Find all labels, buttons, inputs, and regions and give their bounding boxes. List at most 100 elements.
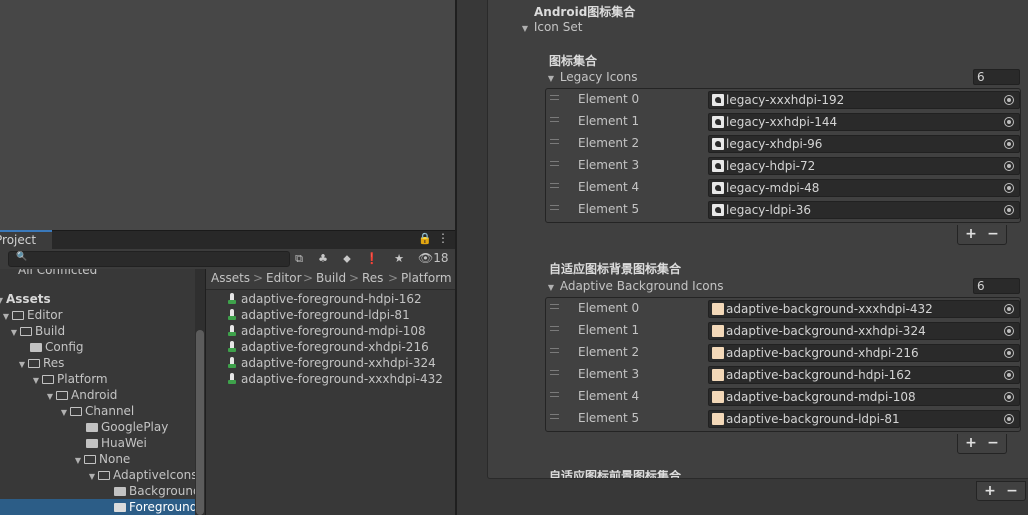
collapse-arrow-icon[interactable]: ▼	[546, 283, 556, 292]
drag-handle-icon[interactable]	[550, 326, 559, 331]
tree-item-platform[interactable]: ▼ Platform	[0, 371, 195, 387]
pane-divider[interactable]	[205, 269, 206, 515]
list-element-row[interactable]: Element 3 legacy-hdpi-72	[546, 155, 1020, 177]
object-picker-icon[interactable]	[1004, 95, 1014, 105]
object-picker-icon[interactable]	[1004, 370, 1014, 380]
object-picker-icon[interactable]	[1004, 183, 1014, 193]
add-element-button[interactable]: +	[979, 482, 1001, 500]
drag-handle-icon[interactable]	[550, 414, 559, 419]
list-element-row[interactable]: Element 5 adaptive-background-ldpi-81	[546, 408, 1020, 430]
tree-item-res[interactable]: ▼ Res	[0, 355, 195, 371]
collapse-arrow-icon[interactable]: ▼	[546, 74, 556, 83]
object-picker-icon[interactable]	[1004, 161, 1014, 171]
window-divider[interactable]	[455, 0, 457, 515]
tree-item-android[interactable]: ▼ Android	[0, 387, 195, 403]
object-picker-icon[interactable]	[1004, 139, 1014, 149]
object-picker-icon[interactable]	[1004, 326, 1014, 336]
object-picker-icon[interactable]	[1004, 304, 1014, 314]
object-field[interactable]: legacy-xxxhdpi-192	[708, 91, 1020, 109]
tab-project[interactable]: Project	[0, 230, 52, 249]
list-element-row[interactable]: Element 1 legacy-xxhdpi-144	[546, 111, 1020, 133]
list-element-row[interactable]: Element 0 adaptive-background-xxxhdpi-432	[546, 298, 1020, 320]
tree-item-all-conflicted[interactable]: All Conflicted	[0, 269, 195, 278]
object-field[interactable]: adaptive-background-xxxhdpi-432	[708, 300, 1020, 318]
drag-handle-icon[interactable]	[550, 392, 559, 397]
remove-element-button[interactable]: −	[982, 434, 1004, 452]
breadcrumb-editor[interactable]: Editor	[266, 271, 302, 285]
drag-handle-icon[interactable]	[550, 95, 559, 100]
breadcrumb-res[interactable]: Res	[362, 271, 383, 285]
tree-item-assets[interactable]: ▼Assets	[0, 291, 195, 307]
filter-by-type-icon[interactable]: ♣	[314, 250, 332, 267]
tree-item-channel[interactable]: ▼ Channel	[0, 403, 195, 419]
list-item[interactable]: adaptive-foreground-hdpi-162	[228, 291, 422, 307]
tree-item-huawei[interactable]: HuaWei	[0, 435, 195, 451]
object-field[interactable]: legacy-xxhdpi-144	[708, 113, 1020, 131]
icon-set-foldout[interactable]: ▼ Icon Set	[520, 20, 583, 34]
search-input[interactable]	[8, 251, 290, 267]
drag-handle-icon[interactable]	[550, 370, 559, 375]
adaptive-bg-size-field[interactable]: 6	[973, 278, 1020, 294]
object-field[interactable]: adaptive-background-ldpi-81	[708, 410, 1020, 428]
object-field[interactable]: legacy-hdpi-72	[708, 157, 1020, 175]
drag-handle-icon[interactable]	[550, 205, 559, 210]
list-element-row[interactable]: Element 0 legacy-xxxhdpi-192	[546, 89, 1020, 111]
hidden-packages-toggle[interactable]: 👁18	[418, 250, 449, 267]
object-field[interactable]: adaptive-background-xhdpi-216	[708, 344, 1020, 362]
search-by-type-icon[interactable]: ⧉	[290, 250, 308, 267]
add-element-button[interactable]: +	[960, 225, 982, 243]
object-field[interactable]: legacy-ldpi-36	[708, 201, 1020, 219]
tree-item-googleplay[interactable]: GooglePlay	[0, 419, 195, 435]
object-field[interactable]: legacy-mdpi-48	[708, 179, 1020, 197]
tree-item-background[interactable]: Background	[0, 483, 195, 499]
errors-filter-icon[interactable]: ❗	[363, 250, 381, 267]
favorites-star-icon[interactable]: ★	[390, 250, 408, 267]
legacy-size-field[interactable]: 6	[973, 69, 1020, 85]
drag-handle-icon[interactable]	[550, 304, 559, 309]
drag-handle-icon[interactable]	[550, 348, 559, 353]
object-field[interactable]: legacy-xhdpi-96	[708, 135, 1020, 153]
tree-item-build[interactable]: ▼ Build	[0, 323, 195, 339]
object-picker-icon[interactable]	[1004, 392, 1014, 402]
tree-item-editor[interactable]: ▼ Editor	[0, 307, 195, 323]
tree-item-none[interactable]: ▼ None	[0, 451, 195, 467]
remove-element-button[interactable]: −	[982, 225, 1004, 243]
filter-by-label-icon[interactable]: ⬥	[338, 250, 356, 267]
tree-scrollbar-thumb[interactable]	[196, 330, 204, 515]
breadcrumb-platform[interactable]: Platform	[401, 271, 452, 285]
drag-handle-icon[interactable]	[550, 183, 559, 188]
list-element-row[interactable]: Element 5 legacy-ldpi-36	[546, 199, 1020, 221]
tree-item-config[interactable]: Config	[0, 339, 195, 355]
object-picker-icon[interactable]	[1004, 348, 1014, 358]
object-field[interactable]: adaptive-background-hdpi-162	[708, 366, 1020, 384]
breadcrumb-assets[interactable]: Assets	[211, 271, 250, 285]
drag-handle-icon[interactable]	[550, 117, 559, 122]
object-field[interactable]: adaptive-background-xxhdpi-324	[708, 322, 1020, 340]
breadcrumb-build[interactable]: Build	[316, 271, 346, 285]
drag-handle-icon[interactable]	[550, 139, 559, 144]
legacy-icons-foldout[interactable]: ▼ Legacy Icons	[546, 70, 638, 84]
list-element-row[interactable]: Element 2 legacy-xhdpi-96	[546, 133, 1020, 155]
list-element-row[interactable]: Element 3 adaptive-background-hdpi-162	[546, 364, 1020, 386]
collapse-arrow-icon[interactable]: ▼	[520, 24, 530, 33]
list-element-row[interactable]: Element 4 adaptive-background-mdpi-108	[546, 386, 1020, 408]
object-picker-icon[interactable]	[1004, 414, 1014, 424]
list-element-row[interactable]: Element 2 adaptive-background-xhdpi-216	[546, 342, 1020, 364]
object-field[interactable]: adaptive-background-mdpi-108	[708, 388, 1020, 406]
list-item[interactable]: adaptive-foreground-mdpi-108	[228, 323, 426, 339]
list-item[interactable]: adaptive-foreground-xxhdpi-324	[228, 355, 436, 371]
remove-element-button[interactable]: −	[1001, 482, 1023, 500]
object-picker-icon[interactable]	[1004, 205, 1014, 215]
list-element-row[interactable]: Element 4 legacy-mdpi-48	[546, 177, 1020, 199]
object-picker-icon[interactable]	[1004, 117, 1014, 127]
list-element-row[interactable]: Element 1 adaptive-background-xxhdpi-324	[546, 320, 1020, 342]
lock-icon[interactable]: 🔒	[418, 232, 432, 245]
more-options-icon[interactable]: ⋮	[437, 231, 449, 245]
tree-item-foreground[interactable]: Foreground	[0, 499, 195, 515]
list-item[interactable]: adaptive-foreground-ldpi-81	[228, 307, 410, 323]
add-element-button[interactable]: +	[960, 434, 982, 452]
drag-handle-icon[interactable]	[550, 161, 559, 166]
list-item[interactable]: adaptive-foreground-xhdpi-216	[228, 339, 429, 355]
adaptive-bg-foldout[interactable]: ▼ Adaptive Background Icons	[546, 279, 724, 293]
list-item[interactable]: adaptive-foreground-xxxhdpi-432	[228, 371, 443, 387]
